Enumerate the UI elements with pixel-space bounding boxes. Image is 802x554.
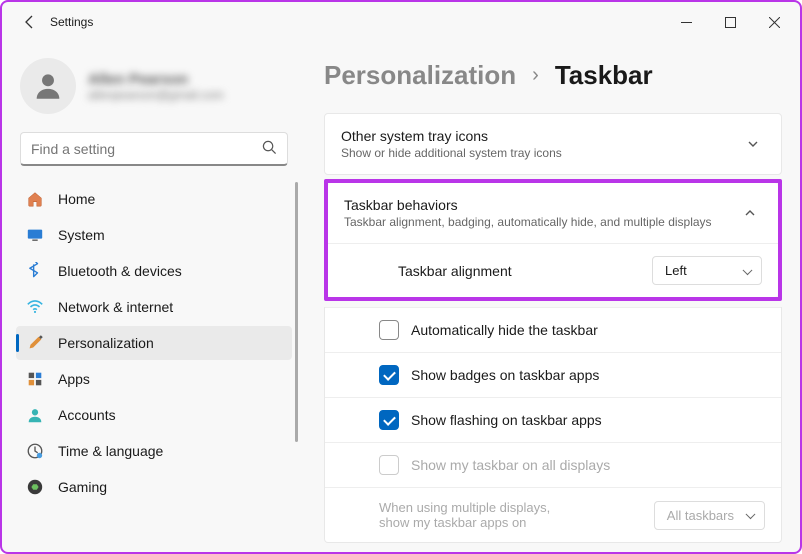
highlighted-section: Taskbar behaviors Taskbar alignment, bad… [324,179,782,301]
tray-icons-card[interactable]: Other system tray icons Show or hide add… [324,113,782,175]
scrollbar[interactable] [295,182,298,442]
multi-line2: show my taskbar apps on [379,515,638,530]
tray-title: Other system tray icons [341,128,741,144]
system-icon [26,226,44,244]
back-button[interactable] [14,6,46,38]
nav-label: Time & language [58,443,163,459]
nav-label: Gaming [58,479,107,495]
maximize-button[interactable] [708,6,752,38]
alldisplays-row: Show my taskbar on all displays [325,442,781,487]
multidisplay-select: All taskbars [654,501,765,530]
personalization-icon [26,334,44,352]
apps-icon [26,370,44,388]
badges-label: Show badges on taskbar apps [411,367,765,383]
nav-list: Home System Bluetooth & devices Network … [16,182,292,504]
nav-label: Accounts [58,407,116,423]
flashing-row[interactable]: Show flashing on taskbar apps [325,397,781,442]
search-input[interactable] [31,141,262,157]
chevron-down-icon [741,132,765,156]
alignment-label: Taskbar alignment [398,263,640,279]
breadcrumb-current: Taskbar [555,60,653,91]
flashing-checkbox[interactable] [379,410,399,430]
behaviors-sub: Taskbar alignment, badging, automaticall… [344,215,738,229]
chevron-right-icon: › [532,64,539,87]
badges-checkbox[interactable] [379,365,399,385]
tray-sub: Show or hide additional system tray icon… [341,146,741,160]
settings-window: Settings Allen Pearson allenpearson@gmai… [0,0,802,554]
minimize-button[interactable] [664,6,708,38]
behaviors-title: Taskbar behaviors [344,197,738,213]
main-content: Personalization › Taskbar Other system t… [302,42,800,552]
accounts-icon [26,406,44,424]
nav-personalization[interactable]: Personalization [16,326,292,360]
autohide-checkbox[interactable] [379,320,399,340]
search-icon [262,140,277,158]
nav-system[interactable]: System [16,218,292,252]
nav-gaming[interactable]: Gaming [16,470,292,504]
nav-label: Home [58,191,95,207]
flashing-label: Show flashing on taskbar apps [411,412,765,428]
autohide-row[interactable]: Automatically hide the taskbar [325,307,781,352]
window-controls [664,6,796,38]
alldisplays-label: Show my taskbar on all displays [411,457,765,473]
nav-label: Network & internet [58,299,173,315]
autohide-label: Automatically hide the taskbar [411,322,765,338]
nav-apps[interactable]: Apps [16,362,292,396]
user-email: allenpearson@gmail.com [88,88,224,102]
nav-label: Apps [58,371,90,387]
behaviors-header[interactable]: Taskbar behaviors Taskbar alignment, bad… [328,183,778,243]
nav-time[interactable]: Time & language [16,434,292,468]
bluetooth-icon [26,262,44,280]
alldisplays-checkbox [379,455,399,475]
breadcrumb-parent[interactable]: Personalization [324,60,516,91]
nav-label: Bluetooth & devices [58,263,182,279]
home-icon [26,190,44,208]
nav-home[interactable]: Home [16,182,292,216]
user-profile[interactable]: Allen Pearson allenpearson@gmail.com [16,54,292,128]
alignment-row: Taskbar alignment Left [328,243,778,297]
multi-line1: When using multiple displays, [379,500,638,515]
multidisplay-row: When using multiple displays, show my ta… [325,487,781,542]
avatar [20,58,76,114]
chevron-up-icon [738,201,762,225]
gaming-icon [26,478,44,496]
sidebar: Allen Pearson allenpearson@gmail.com Hom… [2,42,302,552]
window-title: Settings [50,15,664,29]
network-icon [26,298,44,316]
time-icon [26,442,44,460]
badges-row[interactable]: Show badges on taskbar apps [325,352,781,397]
alignment-select[interactable]: Left [652,256,762,285]
nav-label: System [58,227,105,243]
nav-network[interactable]: Network & internet [16,290,292,324]
search-box[interactable] [20,132,288,166]
nav-label: Personalization [58,335,154,351]
nav-bluetooth[interactable]: Bluetooth & devices [16,254,292,288]
breadcrumb: Personalization › Taskbar [324,60,782,91]
close-button[interactable] [752,6,796,38]
user-name: Allen Pearson [88,71,224,88]
titlebar: Settings [2,2,800,42]
nav-accounts[interactable]: Accounts [16,398,292,432]
